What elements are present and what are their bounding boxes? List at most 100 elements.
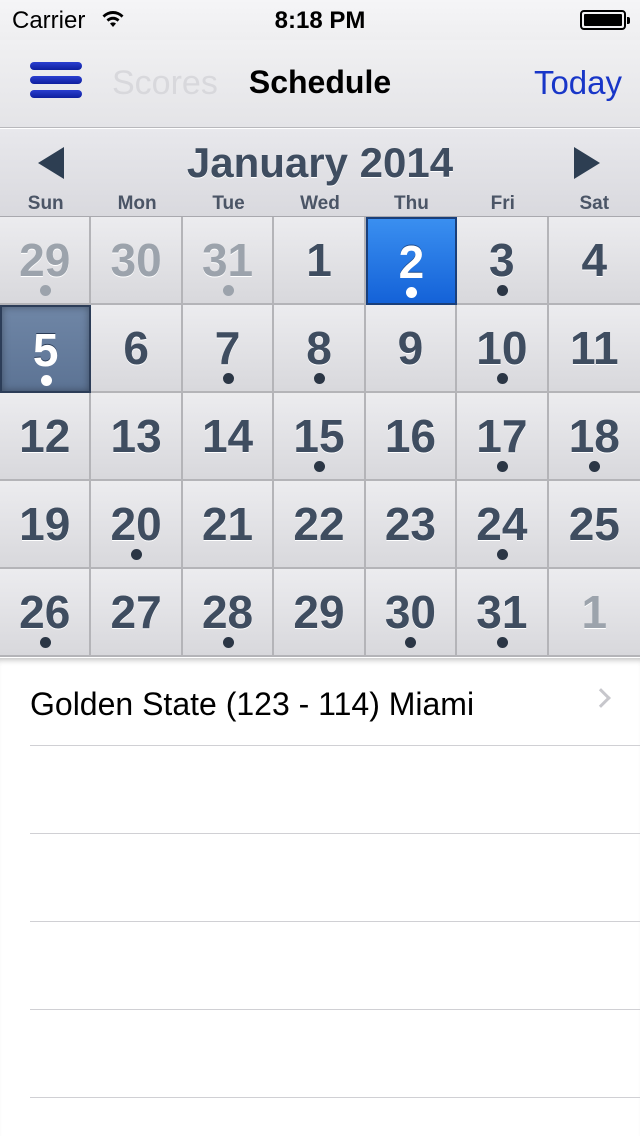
event-dot-icon: [406, 287, 418, 298]
menu-icon[interactable]: [30, 62, 82, 102]
day-cell[interactable]: 14: [182, 393, 275, 481]
day-number: 6: [123, 322, 149, 374]
event-dot-icon: [40, 375, 52, 386]
day-number: 23: [384, 498, 436, 550]
row-divider: [30, 1009, 640, 1010]
day-number: 27: [110, 586, 162, 638]
day-number: 24: [476, 498, 528, 550]
day-number: 26: [19, 586, 71, 638]
day-number: 20: [110, 498, 162, 550]
game-row[interactable]: Golden State (123 - 114) Miami: [0, 658, 640, 746]
day-cell[interactable]: 23: [365, 481, 458, 569]
weekday-label: Wed: [300, 193, 340, 214]
clock: 8:18 PM: [274, 7, 366, 34]
day-cell[interactable]: 24: [457, 481, 549, 569]
row-divider: [30, 921, 640, 922]
day-number: 15: [293, 410, 345, 462]
day-number: 28: [201, 586, 254, 638]
day-cell[interactable]: 1: [548, 569, 640, 657]
battery-icon: [580, 10, 630, 30]
day-number: 19: [19, 498, 71, 550]
day-cell[interactable]: 4: [548, 217, 640, 305]
day-cell[interactable]: 30: [365, 569, 458, 657]
weekday-label: Fri: [490, 193, 515, 214]
event-dot-icon: [131, 549, 143, 560]
day-cell[interactable]: 28: [182, 569, 275, 657]
day-cell[interactable]: 20: [91, 481, 183, 569]
day-cell[interactable]: 18: [548, 393, 640, 481]
day-number: 10: [476, 322, 528, 374]
day-cell[interactable]: 12: [0, 393, 92, 481]
day-cell[interactable]: 16: [365, 393, 458, 481]
day-number: 8: [306, 322, 332, 374]
day-cell[interactable]: 31: [457, 569, 549, 657]
day-number: 2: [398, 236, 425, 288]
day-cell[interactable]: 11: [548, 305, 640, 393]
event-dot-icon: [39, 285, 51, 296]
weekday-label: Sat: [579, 193, 610, 214]
day-cell[interactable]: 19: [0, 481, 92, 569]
event-dot-icon: [313, 461, 325, 472]
day-number: 5: [32, 324, 59, 376]
day-cell[interactable]: 9: [365, 305, 458, 393]
today-button[interactable]: Today: [534, 64, 622, 102]
game-list: Golden State (123 - 114) Miami: [0, 658, 640, 1136]
day-number: 17: [476, 410, 528, 462]
day-number: 16: [384, 410, 436, 462]
day-cell[interactable]: 17: [457, 393, 549, 481]
day-number: 30: [110, 234, 162, 286]
day-number: 9: [397, 322, 424, 374]
day-cell[interactable]: 21: [182, 481, 275, 569]
day-cell[interactable]: 30: [91, 217, 183, 305]
weekday-label: Mon: [117, 193, 157, 214]
day-number: 1: [581, 586, 608, 638]
weekday-label: Sun: [27, 193, 64, 214]
day-cell[interactable]: 15: [274, 393, 366, 481]
day-cell[interactable]: 10: [457, 305, 549, 393]
day-cell[interactable]: 31: [182, 217, 275, 305]
day-cell[interactable]: 6: [91, 305, 183, 393]
event-dot-icon: [589, 461, 601, 472]
day-cell[interactable]: 22: [274, 481, 366, 569]
day-number: 11: [569, 322, 619, 374]
day-number: 13: [110, 410, 162, 462]
month-title: January 2014: [186, 139, 454, 186]
day-cell[interactable]: 13: [91, 393, 183, 481]
day-cell[interactable]: 25: [548, 481, 640, 569]
next-month-icon[interactable]: [574, 147, 600, 179]
day-number: 3: [489, 234, 515, 286]
day-number: 22: [293, 498, 345, 550]
day-cell[interactable]: 8: [274, 305, 366, 393]
day-cell[interactable]: 7: [182, 305, 275, 393]
day-cell-selected[interactable]: 5: [0, 305, 92, 393]
event-dot-icon: [496, 373, 508, 384]
day-number: 18: [568, 410, 620, 462]
day-number: 30: [384, 586, 436, 638]
day-cell[interactable]: 29: [0, 217, 92, 305]
row-divider: [30, 745, 640, 746]
event-dot-icon: [405, 637, 417, 648]
day-cell[interactable]: 29: [274, 569, 366, 657]
day-number: 14: [201, 410, 254, 462]
day-cell[interactable]: 27: [91, 569, 183, 657]
row-divider: [30, 833, 640, 834]
event-dot-icon: [222, 373, 234, 384]
event-dot-icon: [222, 285, 234, 296]
day-number: 7: [214, 322, 241, 374]
day-number: 1: [306, 234, 332, 286]
day-cell[interactable]: 26: [0, 569, 92, 657]
day-cell[interactable]: 3: [457, 217, 549, 305]
day-number: 12: [19, 410, 71, 462]
event-dot-icon: [496, 285, 508, 296]
weekday-labels: Sun Mon Tue Wed Thu Fri Sat: [0, 193, 640, 215]
day-number: 21: [201, 498, 254, 550]
day-number: 4: [581, 234, 608, 286]
day-cell[interactable]: 1: [274, 217, 366, 305]
chevron-right-icon: [591, 688, 611, 708]
status-bar: Carrier 8:18 PM: [0, 0, 640, 40]
event-dot-icon: [496, 637, 508, 648]
calendar-header: January 2014 Sun Mon Tue Wed Thu Fri Sat: [0, 129, 640, 217]
event-dot-icon: [39, 637, 51, 648]
day-cell-today[interactable]: 2: [365, 217, 458, 305]
calendar-grid: 29 30 31 1 2 3 4 5 6 7 8 9 10 11 12 13 14 15 16 17 18 19 20 21 2…: [0, 217, 640, 657]
